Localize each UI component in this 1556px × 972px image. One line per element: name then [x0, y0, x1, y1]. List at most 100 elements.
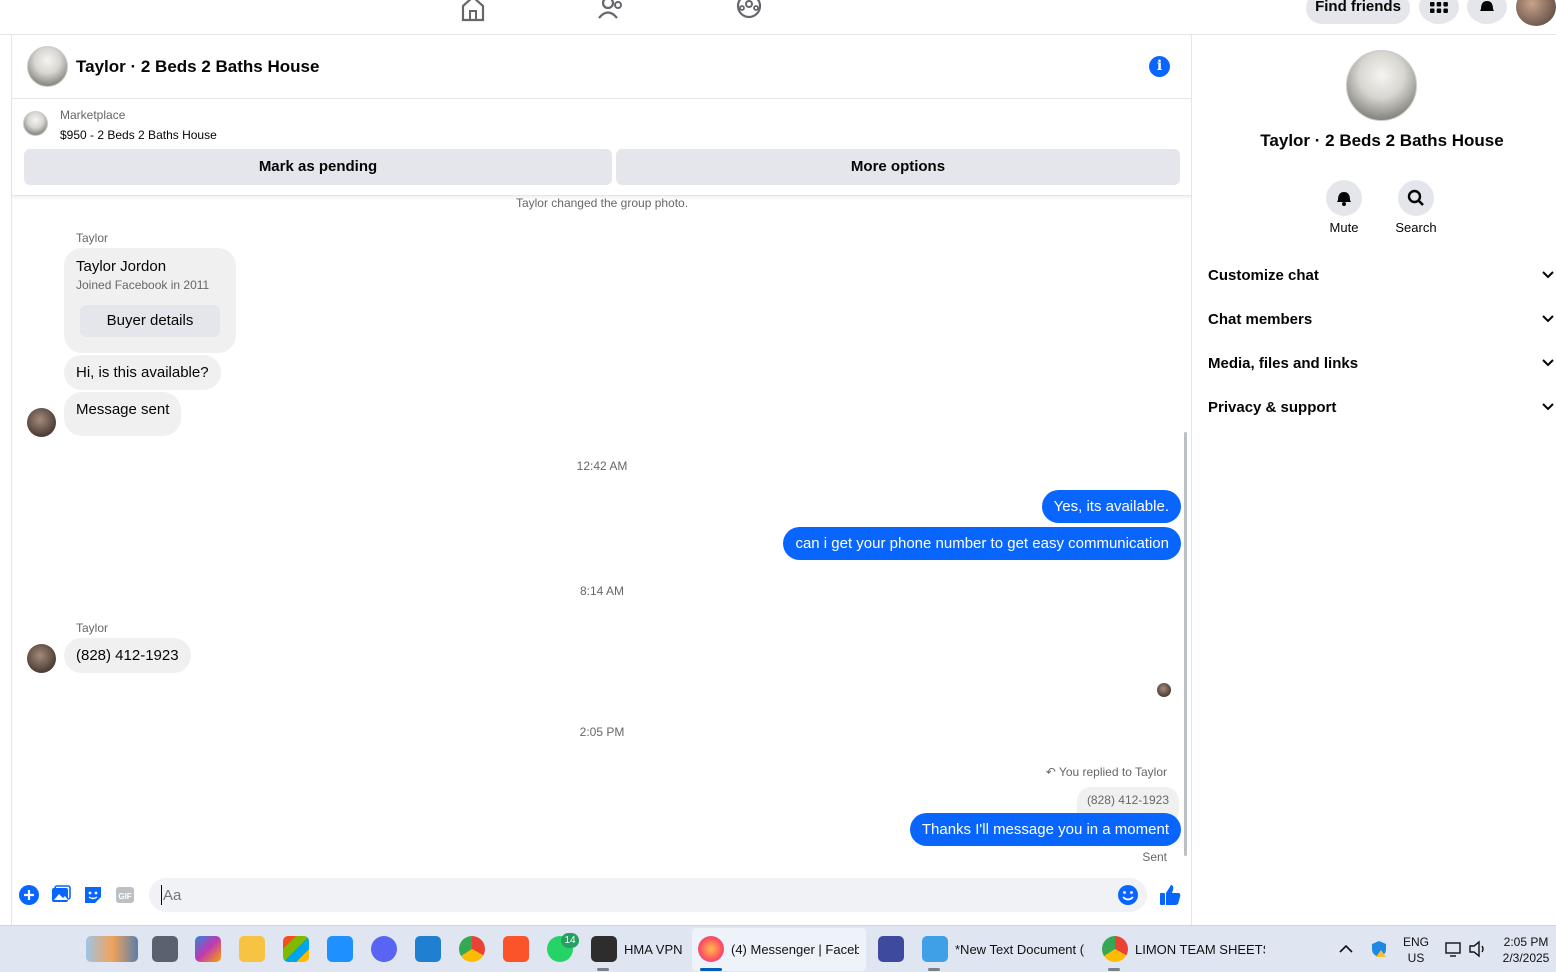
- clock-time[interactable]: 2:05 PM: [1496, 935, 1556, 949]
- privacy-support-section[interactable]: Privacy & support: [1208, 386, 1556, 430]
- whatsapp-badge: 14: [561, 933, 579, 948]
- top-navigation-bar: Find friends: [0, 0, 1556, 35]
- security-icon[interactable]: [1370, 940, 1388, 958]
- search-icon: [1407, 189, 1424, 206]
- conversation-header: Taylor · 2 Beds 2 Baths House i: [12, 35, 1192, 99]
- search-label: Search: [1395, 220, 1437, 235]
- listing-thumbnail[interactable]: [23, 111, 48, 136]
- message-input[interactable]: [161, 885, 1101, 905]
- photo-icon[interactable]: [50, 884, 72, 906]
- message-input-box[interactable]: [149, 878, 1147, 912]
- sticker-icon[interactable]: [82, 884, 104, 906]
- more-options-button[interactable]: More options: [616, 149, 1180, 185]
- svg-text:GIF: GIF: [118, 892, 131, 901]
- bell-icon: [1480, 1, 1494, 11]
- clock-date[interactable]: 2/3/2025: [1496, 951, 1556, 965]
- outgoing-message[interactable]: Yes, its available.: [1041, 490, 1181, 523]
- language-indicator[interactable]: ENG: [1398, 935, 1434, 949]
- chrome-window-label[interactable]: LIMON TEAM SHEETS -: [1135, 942, 1265, 957]
- keyboard-layout[interactable]: US: [1398, 951, 1434, 965]
- notifications-button[interactable]: [1467, 0, 1507, 24]
- message-status: Sent: [1142, 850, 1167, 864]
- info-icon[interactable]: i: [1149, 56, 1170, 77]
- groups-icon[interactable]: [735, 0, 763, 22]
- home-icon[interactable]: [459, 0, 487, 22]
- network-icon[interactable]: [1444, 940, 1462, 958]
- active-indicator: [700, 968, 722, 971]
- incoming-message[interactable]: (828) 412-1923: [64, 638, 191, 673]
- file-explorer-icon[interactable]: [239, 936, 265, 962]
- notepad-window-label[interactable]: *New Text Document (3: [955, 942, 1085, 957]
- section-label: Customize chat: [1208, 267, 1319, 284]
- messenger-window-label[interactable]: (4) Messenger | Facebook: [731, 942, 859, 957]
- mute-button[interactable]: [1326, 180, 1362, 216]
- brave-icon[interactable]: [503, 936, 529, 962]
- listing-title[interactable]: $950 - 2 Beds 2 Baths House: [60, 128, 217, 142]
- buyer-card: Taylor Jordon Joined Facebook in 2011 Bu…: [64, 248, 236, 353]
- search-button[interactable]: [1398, 180, 1434, 216]
- sender-name: Taylor: [76, 621, 109, 635]
- firefox-icon[interactable]: [698, 936, 724, 962]
- gif-icon[interactable]: GIF: [114, 884, 136, 906]
- running-indicator: [1108, 968, 1120, 971]
- chevron-up-icon[interactable]: [1338, 942, 1354, 956]
- windows-taskbar: 14 HMA VPN (4) Messenger | Facebook *New…: [0, 925, 1556, 972]
- app-icon-x[interactable]: [878, 936, 904, 962]
- section-label: Privacy & support: [1208, 399, 1337, 416]
- reply-note-text: You replied to Taylor: [1058, 765, 1167, 779]
- customize-chat-section[interactable]: Customize chat: [1208, 254, 1556, 298]
- running-indicator: [597, 968, 609, 971]
- chat-info-title: Taylor · 2 Beds 2 Baths House: [1260, 131, 1504, 150]
- account-avatar[interactable]: [1516, 0, 1556, 26]
- mark-as-pending-button[interactable]: Mark as pending: [24, 149, 612, 185]
- notepad-icon[interactable]: [922, 936, 948, 962]
- conversation-panel: Taylor · 2 Beds 2 Baths House i Marketpl…: [11, 35, 1192, 925]
- find-friends-button[interactable]: Find friends: [1306, 0, 1410, 24]
- store-icon[interactable]: [283, 936, 309, 962]
- incoming-message[interactable]: Hi, is this available?: [64, 355, 221, 390]
- message-composer: GIF: [12, 873, 1192, 925]
- sender-name: Taylor: [76, 231, 109, 245]
- app-icon[interactable]: [327, 936, 353, 962]
- contact-avatar[interactable]: [27, 408, 56, 437]
- like-icon[interactable]: [1158, 883, 1182, 907]
- chevron-down-icon: [1542, 403, 1554, 411]
- conversation-avatar[interactable]: [27, 46, 68, 87]
- incoming-message[interactable]: Message sent: [64, 392, 182, 436]
- vscode-icon[interactable]: [415, 936, 441, 962]
- marketplace-banner: Marketplace $950 - 2 Beds 2 Baths House …: [12, 99, 1192, 196]
- reply-arrow-icon: ↶: [1045, 765, 1056, 779]
- chrome-profile-icon[interactable]: [1102, 936, 1128, 962]
- copilot-icon[interactable]: [195, 936, 221, 962]
- conversation-title[interactable]: Taylor · 2 Beds 2 Baths House: [76, 57, 319, 77]
- buyer-name: Taylor Jordon: [76, 258, 167, 275]
- system-message: Taylor changed the group photo.: [515, 196, 689, 210]
- timestamp: 12:42 AM: [576, 459, 628, 473]
- menu-grid-icon: [1430, 2, 1448, 13]
- media-files-links-section[interactable]: Media, files and links: [1208, 342, 1556, 386]
- outgoing-message[interactable]: can i get your phone number to get easy …: [783, 527, 1181, 560]
- chevron-down-icon: [1542, 315, 1554, 323]
- volume-icon[interactable]: [1468, 940, 1488, 958]
- outgoing-message[interactable]: Thanks I'll message you in a moment: [909, 813, 1181, 846]
- timestamp: 2:05 PM: [579, 725, 625, 739]
- discord-icon[interactable]: [371, 936, 397, 962]
- chrome-icon[interactable]: [459, 936, 485, 962]
- hma-vpn-icon[interactable]: [591, 936, 617, 962]
- emoji-icon[interactable]: [1117, 884, 1139, 906]
- task-view-icon[interactable]: [152, 936, 178, 962]
- contact-avatar[interactable]: [27, 644, 56, 673]
- buyer-details-button[interactable]: Buyer details: [80, 305, 220, 337]
- buyer-joined: Joined Facebook in 2011: [76, 278, 210, 292]
- weather-widget-icon[interactable]: [86, 936, 138, 962]
- chat-scrollbar[interactable]: [1184, 432, 1187, 856]
- menu-grid-button[interactable]: [1419, 0, 1459, 24]
- hma-vpn-label[interactable]: HMA VPN: [624, 942, 684, 957]
- chat-members-section[interactable]: Chat members: [1208, 298, 1556, 342]
- add-icon[interactable]: [18, 884, 40, 906]
- chat-info-avatar[interactable]: [1346, 50, 1417, 121]
- chevron-down-icon: [1542, 359, 1554, 367]
- mute-label: Mute: [1329, 220, 1359, 235]
- friends-icon[interactable]: [597, 0, 625, 22]
- section-label: Chat members: [1208, 311, 1313, 328]
